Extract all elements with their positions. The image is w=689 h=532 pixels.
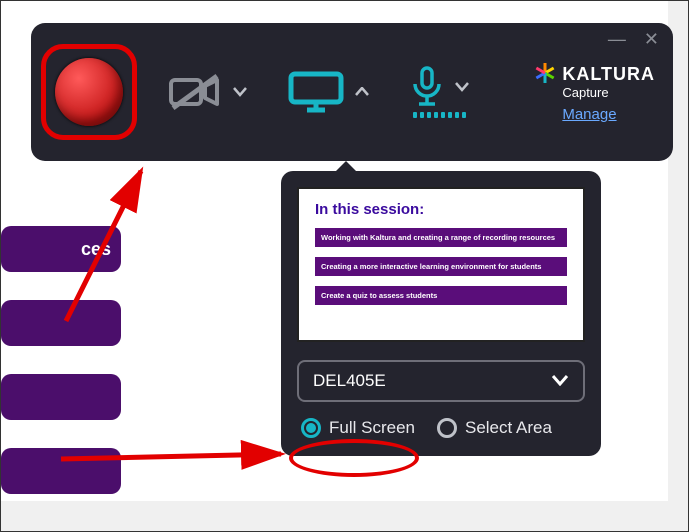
window-controls: — ✕ — [608, 29, 659, 50]
microphone-icon — [409, 66, 445, 108]
close-button[interactable]: ✕ — [644, 29, 659, 50]
chevron-down-icon — [455, 82, 469, 92]
radio-selected-icon — [301, 418, 321, 438]
chevron-down-icon — [233, 87, 247, 97]
brand-name: KALTURA — [562, 64, 655, 85]
minimize-button[interactable]: — — [608, 29, 626, 50]
mode-full-screen[interactable]: Full Screen — [301, 418, 415, 438]
screen-source-select[interactable]: DEL405E — [297, 360, 585, 402]
radio-unselected-icon — [437, 418, 457, 438]
recorder-toolbar: — ✕ — [31, 23, 673, 161]
monitor-icon — [287, 70, 345, 114]
preview-bullet: Create a quiz to assess students — [315, 286, 567, 305]
mode-label: Full Screen — [329, 418, 415, 438]
mic-toggle[interactable] — [409, 66, 469, 118]
mic-level-bars — [413, 112, 466, 118]
screen-source-panel: In this session: Working with Kaltura an… — [281, 171, 601, 456]
preview-title: In this session: — [315, 201, 567, 218]
brand-subtitle: Capture — [562, 85, 655, 100]
annotation-arrow — [56, 441, 296, 476]
mode-label: Select Area — [465, 418, 552, 438]
annotation-circle — [289, 439, 419, 477]
annotation-arrow — [46, 151, 186, 336]
camera-off-icon — [167, 72, 223, 112]
screen-preview: In this session: Working with Kaltura an… — [297, 187, 585, 342]
record-button-highlight — [41, 44, 137, 140]
record-button[interactable] — [55, 58, 123, 126]
brand-block: KALTURA Capture Manage — [534, 62, 655, 123]
chevron-down-icon — [551, 371, 569, 391]
capture-mode-group: Full Screen Select Area — [297, 418, 585, 438]
screen-toggle[interactable] — [287, 70, 369, 114]
mode-select-area[interactable]: Select Area — [437, 418, 552, 438]
camera-toggle[interactable] — [167, 72, 247, 112]
preview-bullet: Working with Kaltura and creating a rang… — [315, 228, 567, 247]
manage-link[interactable]: Manage — [562, 106, 616, 123]
screen-source-value: DEL405E — [313, 371, 386, 391]
chevron-up-icon — [355, 87, 369, 97]
kaltura-logo-icon — [534, 62, 556, 87]
preview-bullet: Creating a more interactive learning env… — [315, 257, 567, 276]
bg-bar — [1, 374, 121, 420]
